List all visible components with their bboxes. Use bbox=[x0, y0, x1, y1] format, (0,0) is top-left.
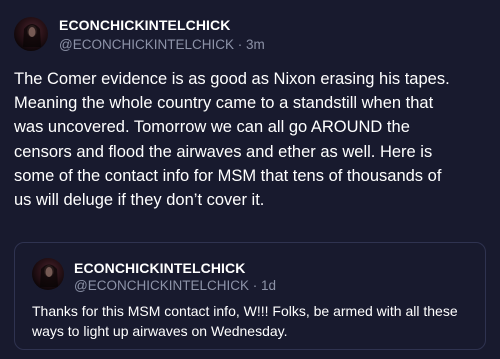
avatar-image bbox=[23, 24, 41, 47]
post: ECONCHICKINTELCHICK @ECONCHICKINTELCHICK… bbox=[0, 0, 500, 359]
post-text: The Comer evidence is as good as Nixon e… bbox=[14, 70, 450, 210]
avatar-image bbox=[40, 264, 58, 287]
author-display-name[interactable]: ECONCHICKINTELCHICK bbox=[59, 17, 230, 33]
quote-avatar[interactable] bbox=[32, 258, 64, 290]
post-timestamp[interactable]: 3m bbox=[246, 37, 265, 52]
avatar[interactable] bbox=[14, 17, 48, 51]
meta-separator: · bbox=[233, 37, 246, 52]
author-handle[interactable]: @ECONCHICKINTELCHICK bbox=[59, 37, 234, 52]
quote-author-display-name[interactable]: ECONCHICKINTELCHICK bbox=[74, 260, 245, 276]
quote-timestamp[interactable]: 1d bbox=[261, 278, 276, 293]
quote-text: Thanks for this MSM contact info, W!!! F… bbox=[32, 303, 458, 339]
quote-author-handle[interactable]: @ECONCHICKINTELCHICK bbox=[74, 278, 249, 293]
quoted-post[interactable]: ECONCHICKINTELCHICK @ECONCHICKINTELCHICK… bbox=[14, 242, 486, 350]
quote-author-meta: @ECONCHICKINTELCHICK · 1d bbox=[74, 278, 276, 293]
author-meta: @ECONCHICKINTELCHICK · 3m bbox=[59, 37, 265, 52]
meta-separator: · bbox=[248, 278, 261, 293]
